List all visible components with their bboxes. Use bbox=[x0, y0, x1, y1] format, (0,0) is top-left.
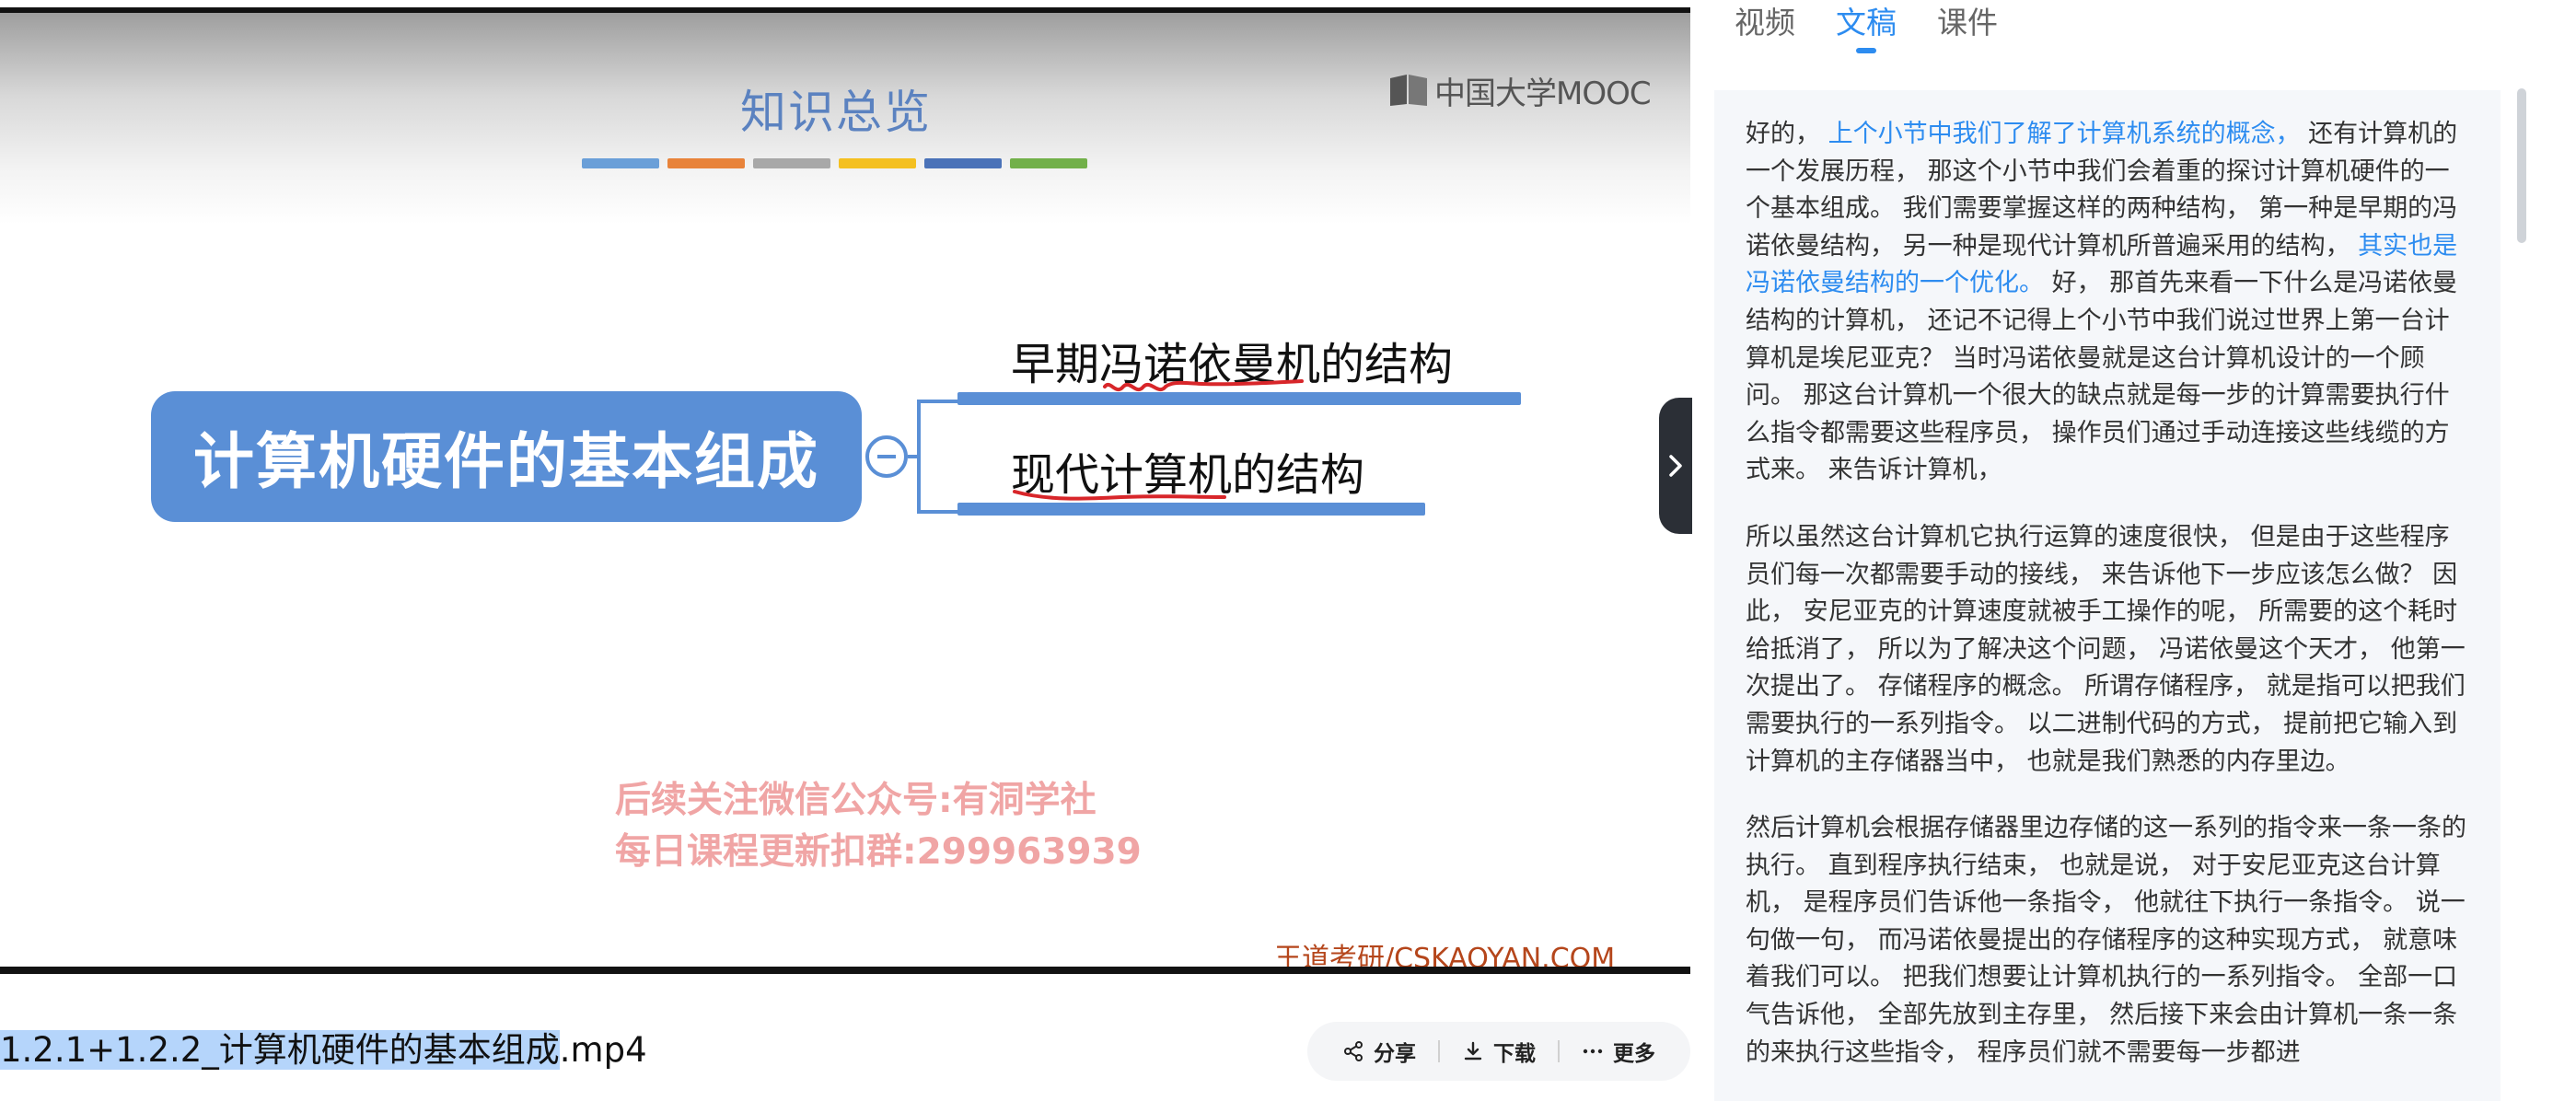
mooc-logo-text: 中国大学MOOC bbox=[1434, 75, 1652, 112]
more-button[interactable]: 更多 bbox=[1560, 1036, 1677, 1067]
slide-credit: 王道考研/CSKAOYAN.COM bbox=[1274, 943, 1616, 967]
video-filename: 1.2.1+1.2.2_计算机硬件的基本组成.mp4 bbox=[0, 1024, 647, 1077]
video-player[interactable]: 知识总览 中国大学MOOC 计算机硬件的基本组成 早期冯诺依曼机的结构 现代计算… bbox=[0, 7, 1690, 974]
collapse-icon bbox=[865, 435, 908, 478]
tab-video[interactable]: 视频 bbox=[1735, 0, 1795, 55]
mindmap-connector bbox=[917, 400, 921, 514]
mindmap-connector bbox=[917, 400, 961, 403]
tab-transcript[interactable]: 文稿 bbox=[1836, 0, 1897, 55]
download-label: 下载 bbox=[1493, 1042, 1536, 1066]
share-button[interactable]: 分享 bbox=[1320, 1036, 1438, 1067]
video-filename-selected: 1.2.1+1.2.2_计算机硬件的基本组成 bbox=[0, 1030, 560, 1070]
transcript-paragraph: 然后计算机会根据存储器里边存储的这一系列的指令来一条一条的执行。 直到程序执行结… bbox=[1746, 814, 2466, 1067]
transcript-panel[interactable]: 好的， 上个小节中我们了解了计算机系统的概念， 还有计算机的一个发展历程， 那这… bbox=[1714, 90, 2501, 1101]
transcript-paragraph: 所以虽然这台计算机它执行运算的速度很快， 但是由于这些程序员们每一次都需要手动的… bbox=[1746, 522, 2466, 776]
download-button[interactable]: 下载 bbox=[1440, 1036, 1558, 1067]
more-label: 更多 bbox=[1613, 1042, 1655, 1066]
transcript-paragraph: 好的， 上个小节中我们了解了计算机系统的概念， 还有计算机的一个发展历程， 那这… bbox=[1746, 116, 2471, 490]
tab-courseware[interactable]: 课件 bbox=[1937, 0, 1998, 55]
share-icon bbox=[1344, 1041, 1363, 1061]
download-icon bbox=[1464, 1041, 1482, 1060]
color-bar-segment bbox=[582, 158, 659, 168]
transcript-text: 好的， bbox=[1746, 120, 1828, 148]
color-bar-segment bbox=[1010, 158, 1087, 168]
watermark: 后续关注微信公众号:有洞学社 每日课程更新扣群:299963939 bbox=[615, 775, 1142, 878]
transcript-scrollbar[interactable] bbox=[2517, 88, 2526, 243]
mindmap-root-node: 计算机硬件的基本组成 bbox=[151, 391, 862, 522]
transcript-text: 好， 那首先来看一下什么是冯诺依曼结构的计算机， 还记不记得上个小节中我们说过世… bbox=[1746, 269, 2458, 485]
color-bar-segment bbox=[839, 158, 916, 168]
chevron-right-icon[interactable] bbox=[1663, 450, 1688, 481]
mooc-logo: 中国大学MOOC bbox=[1388, 68, 1652, 112]
color-bar bbox=[582, 158, 1087, 168]
share-label: 分享 bbox=[1374, 1042, 1416, 1066]
video-actions: 分享 下载 更多 bbox=[1307, 1022, 1690, 1081]
video-filename-extension: .mp4 bbox=[559, 1030, 647, 1070]
color-bar-segment bbox=[924, 158, 1002, 168]
panel-tabs: 视频 文稿 课件 bbox=[1735, 0, 1998, 55]
transcript-highlight[interactable]: 上个小节中我们了解了计算机系统的概念， bbox=[1828, 120, 2301, 148]
watermark-line: 后续关注微信公众号:有洞学社 bbox=[615, 780, 1097, 821]
color-bar-segment bbox=[753, 158, 830, 168]
handwritten-underline bbox=[1103, 379, 1304, 392]
handwritten-underline bbox=[1013, 490, 1226, 501]
book-logo-icon bbox=[1390, 75, 1427, 106]
mindmap-connector bbox=[917, 510, 961, 514]
color-bar-segment bbox=[667, 158, 745, 168]
lecture-slide: 知识总览 中国大学MOOC 计算机硬件的基本组成 早期冯诺依曼机的结构 现代计算… bbox=[0, 13, 1690, 967]
watermark-line: 每日课程更新扣群:299963939 bbox=[615, 831, 1142, 873]
more-dots-icon bbox=[1583, 1049, 1603, 1054]
